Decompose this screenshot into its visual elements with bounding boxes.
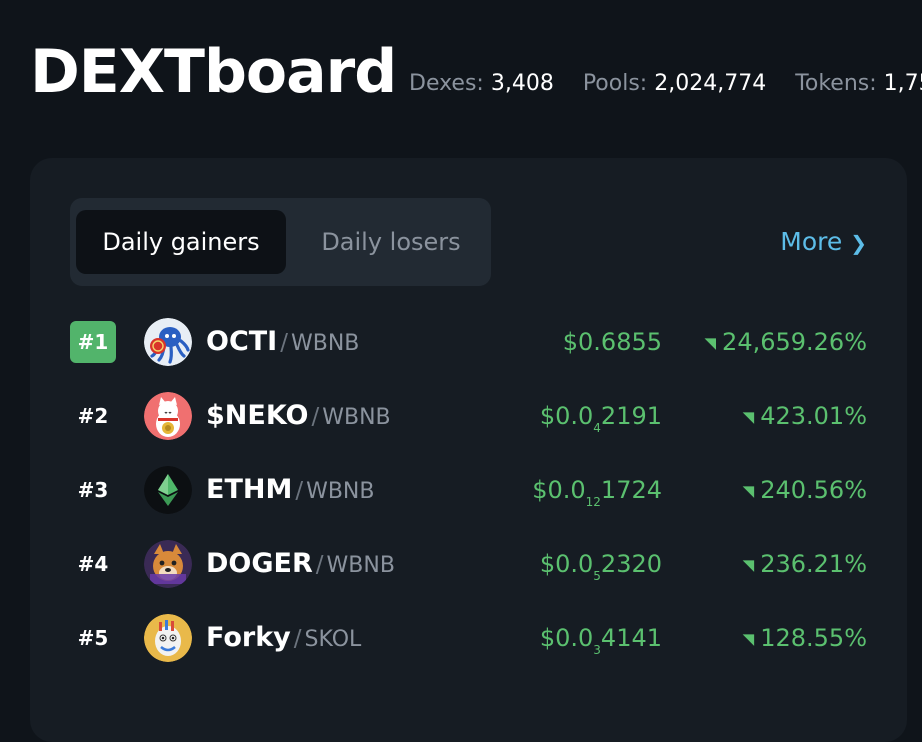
token-symbol: Forky: [206, 622, 291, 653]
token-pair: ETHM / WBNB: [206, 471, 374, 509]
arrow-up-right-icon: ◥: [704, 334, 717, 352]
token-row[interactable]: #3 ETHM / WBNB $0.0121724 ◥ 240.56%: [30, 453, 907, 527]
tab-daily-gainers[interactable]: Daily gainers: [76, 210, 286, 274]
price-prefix: $0.0: [539, 550, 594, 578]
tab-group: Daily gainers Daily losers: [70, 198, 491, 286]
chevron-right-icon: ❯: [850, 231, 867, 255]
more-label: More: [780, 227, 843, 256]
forky-character-icon: [144, 614, 192, 662]
change-value: 423.01%: [760, 402, 867, 430]
price-change: ◥ 128.55%: [743, 619, 867, 657]
arrow-up-right-icon: ◥: [742, 556, 755, 574]
price-zero-count: 12: [585, 495, 601, 509]
token-avatar-ethm: [144, 466, 192, 514]
price-zero-count: 4: [593, 421, 601, 435]
quote-symbol: WBNB: [322, 405, 391, 430]
price-zero-count: 5: [593, 569, 601, 583]
token-avatar-octi: [144, 318, 192, 366]
price-change: ◥ 423.01%: [743, 397, 867, 435]
stat-label: Dexes:: [409, 71, 484, 96]
price-digits: 2191: [600, 402, 662, 430]
lucky-cat-icon: [144, 392, 192, 440]
stat-value: 2,024,774: [654, 71, 767, 96]
rank-badge: #1: [70, 321, 116, 363]
token-row[interactable]: #1 OCTI / WBNB $0.6855 ◥ 24,659.26%: [30, 305, 907, 379]
price-prefix: $0.0: [532, 476, 586, 504]
token-avatar-doger: [144, 540, 192, 588]
rank-label: #4: [77, 552, 109, 576]
change-value: 24,659.26%: [722, 328, 867, 356]
stat-pools: Pools: 2,024,774: [583, 71, 766, 96]
price-change: ◥ 24,659.26%: [705, 323, 868, 361]
stats-bar: Dexes: 3,408 Pools: 2,024,774 Tokens: 1,…: [409, 71, 922, 96]
stat-tokens: Tokens: 1,757: [795, 71, 922, 96]
rank-label: #2: [77, 404, 109, 428]
change-value: 128.55%: [760, 624, 867, 652]
arrow-up-right-icon: ◥: [742, 630, 755, 648]
price-prefix: $0.6855: [562, 328, 662, 356]
price-digits: 1724: [600, 476, 662, 504]
token-price: $0.034141: [540, 619, 662, 657]
token-avatar-forky: [144, 614, 192, 662]
token-pair: DOGER / WBNB: [206, 545, 395, 583]
pair-separator: /: [280, 330, 288, 356]
gainers-card: Daily gainers Daily losers More ❯ #1 OCT…: [30, 158, 907, 742]
token-price: $0.6855: [563, 323, 662, 361]
quote-symbol: WBNB: [306, 479, 375, 504]
price-digits: 2320: [600, 550, 662, 578]
ethereum-classic-icon: [144, 466, 192, 514]
token-symbol: ETHM: [206, 474, 293, 505]
quote-symbol: WBNB: [290, 331, 360, 356]
token-price: $0.042191: [540, 397, 662, 435]
stat-value: 1,757: [883, 71, 922, 96]
price-zero-count: 3: [593, 643, 601, 657]
token-row[interactable]: #5 Forky / SKOL $0.034141 ◥ 128.55%: [30, 601, 907, 675]
price-prefix: $0.0: [539, 402, 594, 430]
arrow-up-right-icon: ◥: [742, 408, 755, 426]
pair-separator: /: [315, 552, 324, 578]
more-link[interactable]: More ❯: [780, 222, 867, 262]
rank-label: #5: [77, 626, 109, 650]
pair-separator: /: [293, 626, 302, 652]
token-symbol: $NEKO: [206, 400, 309, 431]
token-price: $0.0121724: [532, 471, 662, 509]
stat-label: Tokens:: [795, 71, 877, 96]
pair-separator: /: [295, 478, 304, 504]
token-symbol: DOGER: [206, 548, 313, 579]
octopus-icon: [144, 318, 192, 366]
token-avatar-neko: [144, 392, 192, 440]
brand-logo[interactable]: DEXTboard: [30, 34, 397, 110]
change-value: 240.56%: [760, 476, 867, 504]
price-change: ◥ 236.21%: [743, 545, 867, 583]
token-price: $0.052320: [540, 545, 662, 583]
token-pair: Forky / SKOL: [206, 619, 361, 657]
token-symbol: OCTI: [206, 326, 278, 357]
token-pair: $NEKO / WBNB: [206, 397, 391, 435]
token-row[interactable]: #4 DOGER / WBNB $0.052320 ◥ 236.21%: [30, 527, 907, 601]
tab-daily-losers[interactable]: Daily losers: [296, 210, 486, 274]
pair-separator: /: [311, 404, 320, 430]
stat-value: 3,408: [490, 71, 554, 96]
change-value: 236.21%: [760, 550, 867, 578]
quote-symbol: SKOL: [304, 627, 362, 652]
shiba-dog-icon: [144, 540, 192, 588]
price-digits: 4141: [600, 624, 662, 652]
header: DEXTboard Dexes: 3,408 Pools: 2,024,774 …: [30, 34, 922, 114]
stat-label: Pools:: [582, 71, 648, 96]
price-prefix: $0.0: [539, 624, 594, 652]
stat-dexes: Dexes: 3,408: [409, 71, 554, 96]
arrow-up-right-icon: ◥: [742, 482, 755, 500]
token-pair: OCTI / WBNB: [206, 323, 359, 361]
rank-label: #3: [77, 478, 109, 502]
quote-symbol: WBNB: [326, 553, 395, 578]
token-row[interactable]: #2 $NEKO / WBNB $0.042191 ◥ 423.01%: [30, 379, 907, 453]
price-change: ◥ 240.56%: [743, 471, 867, 509]
